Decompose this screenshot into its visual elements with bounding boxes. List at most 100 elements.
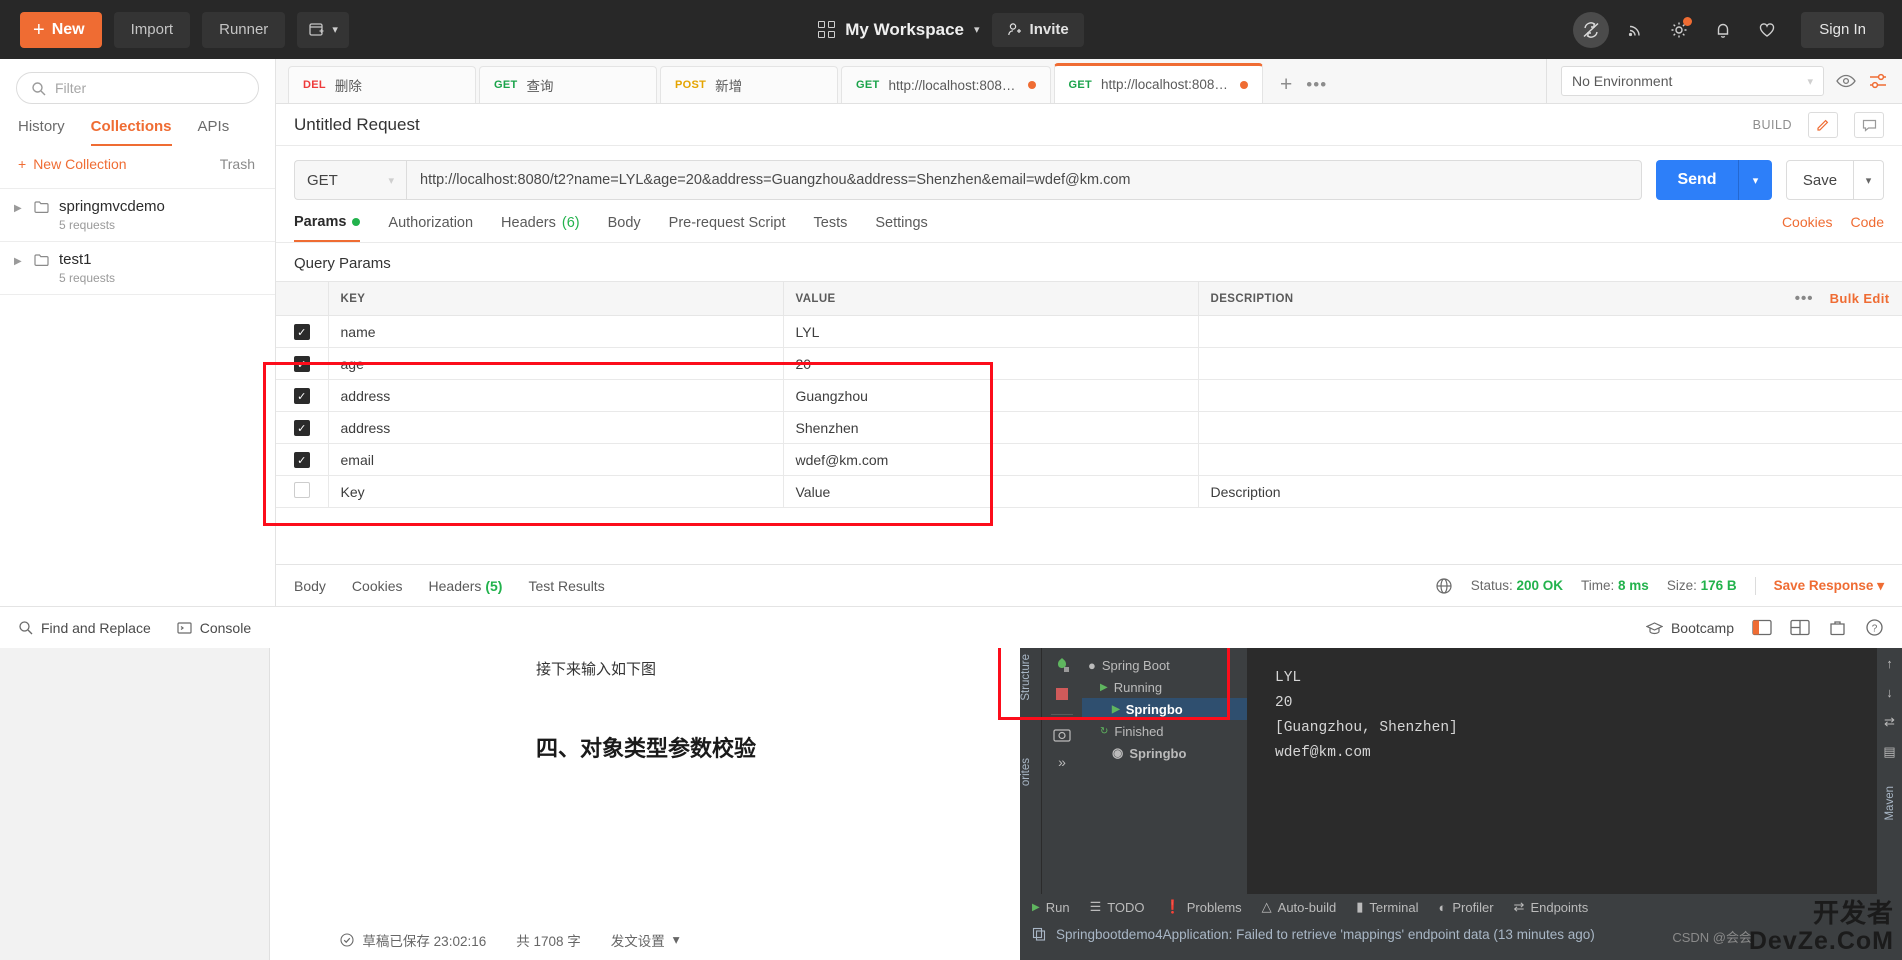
- row-description[interactable]: [1198, 315, 1902, 348]
- workspace-selector[interactable]: My Workspace ▾: [818, 20, 980, 40]
- search-input[interactable]: [55, 80, 225, 96]
- layout-sidebar-icon[interactable]: [1752, 619, 1772, 636]
- gear-icon[interactable]: [1661, 12, 1697, 48]
- row-key[interactable]: email: [328, 443, 784, 476]
- new-window-button[interactable]: ▾: [297, 11, 349, 48]
- sidebar-tab-collections[interactable]: Collections: [90, 118, 172, 146]
- tab-authorization[interactable]: Authorization: [388, 215, 473, 241]
- row-description[interactable]: [1198, 347, 1902, 380]
- send-dropdown-button[interactable]: ▾: [1738, 160, 1772, 200]
- eye-icon[interactable]: [1836, 74, 1856, 88]
- response-tab-headers[interactable]: Headers (5): [429, 578, 503, 594]
- bootcamp-button[interactable]: Bootcamp: [1645, 620, 1734, 636]
- response-tab-cookies[interactable]: Cookies: [352, 578, 403, 594]
- help-icon[interactable]: ?: [1865, 618, 1884, 637]
- print-icon[interactable]: ▤: [1883, 744, 1895, 760]
- ide-tab-todo[interactable]: ☰ TODO: [1090, 899, 1145, 915]
- row-checkbox[interactable]: ✓: [293, 388, 310, 405]
- trash-button[interactable]: Trash: [220, 156, 255, 172]
- tree-item[interactable]: ↻ Finished: [1082, 720, 1247, 742]
- ide-tab-problems[interactable]: ❗ Problems: [1165, 899, 1242, 915]
- add-tab-button[interactable]: +: [1266, 73, 1306, 103]
- chevron-right-icon[interactable]: ▶: [14, 251, 25, 267]
- broadcast-icon[interactable]: [1617, 12, 1653, 48]
- row-key[interactable]: name: [328, 315, 784, 348]
- tab-tests[interactable]: Tests: [814, 215, 848, 241]
- tab-body[interactable]: Body: [608, 215, 641, 241]
- new-button[interactable]: + New: [20, 11, 102, 48]
- table-row-empty[interactable]: Key Value Description: [276, 475, 1902, 508]
- empty-description[interactable]: Description: [1198, 475, 1902, 508]
- row-value[interactable]: wdef@km.com: [783, 443, 1199, 476]
- ide-tab-profiler[interactable]: ◐ Profiler: [1438, 900, 1493, 915]
- table-row[interactable]: ✓ address Shenzhen: [276, 411, 1902, 444]
- import-button[interactable]: Import: [113, 11, 191, 48]
- table-row[interactable]: ✓ address Guangzhou: [276, 379, 1902, 412]
- tree-item-selected[interactable]: ▶ Springbo: [1082, 698, 1247, 720]
- row-value[interactable]: 20: [783, 347, 1199, 380]
- request-tab[interactable]: GET http://localhost:8080/...: [841, 66, 1051, 103]
- new-collection-button[interactable]: + New Collection: [18, 156, 127, 172]
- heart-icon[interactable]: [1749, 12, 1785, 48]
- row-key[interactable]: address: [328, 379, 784, 412]
- save-dropdown-button[interactable]: ▾: [1854, 160, 1884, 200]
- edit-icon[interactable]: [1808, 111, 1838, 138]
- response-tab-test-results[interactable]: Test Results: [528, 578, 604, 594]
- tab-pre-request-script[interactable]: Pre-request Script: [669, 215, 786, 241]
- method-selector[interactable]: GET ▾: [294, 160, 406, 200]
- tree-item[interactable]: ● Spring Boot: [1082, 654, 1247, 676]
- row-checkbox[interactable]: ✓: [293, 420, 310, 437]
- tree-item[interactable]: ▶ Running: [1082, 676, 1247, 698]
- save-response-button[interactable]: Save Response ▾: [1774, 578, 1884, 594]
- ide-favorites-tab[interactable]: orites: [1020, 752, 1032, 792]
- stop-icon[interactable]: [1054, 686, 1070, 702]
- request-tab[interactable]: POST 新增: [660, 66, 838, 103]
- sidebar-tab-history[interactable]: History: [18, 118, 65, 146]
- row-key[interactable]: address: [328, 411, 784, 444]
- trash-icon[interactable]: [1828, 619, 1847, 636]
- chevron-right-icon[interactable]: ▶: [14, 198, 25, 214]
- environment-selector[interactable]: No Environment ▾: [1561, 66, 1824, 96]
- bulk-edit-button[interactable]: Bulk Edit: [1830, 291, 1890, 306]
- comment-icon[interactable]: [1854, 111, 1884, 138]
- scroll-down-icon[interactable]: ↓: [1886, 685, 1893, 700]
- list-item[interactable]: ▶ test1 5 requests: [0, 241, 275, 295]
- row-value[interactable]: LYL: [783, 315, 1199, 348]
- ide-tab-endpoints[interactable]: ⇄ Endpoints: [1514, 899, 1589, 915]
- url-input[interactable]: http://localhost:8080/t2?name=LYL&age=20…: [406, 160, 1642, 200]
- table-row[interactable]: ✓ name LYL: [276, 315, 1902, 348]
- row-checkbox[interactable]: [293, 482, 310, 498]
- console-button[interactable]: Console: [177, 620, 251, 636]
- row-key[interactable]: age: [328, 347, 784, 380]
- tab-more-button[interactable]: •••: [1306, 75, 1327, 103]
- ide-structure-tab[interactable]: Structure: [1020, 648, 1032, 707]
- maven-tab[interactable]: Maven: [1884, 780, 1896, 827]
- sign-in-button[interactable]: Sign In: [1801, 11, 1884, 48]
- runner-button[interactable]: Runner: [202, 11, 286, 48]
- sync-off-icon[interactable]: [1573, 11, 1610, 48]
- response-tab-body[interactable]: Body: [294, 578, 326, 594]
- sidebar-tab-apis[interactable]: APIs: [198, 118, 230, 146]
- wrap-icon[interactable]: ⇄: [1884, 714, 1895, 730]
- request-tab[interactable]: DEL 删除: [288, 66, 476, 103]
- find-and-replace-button[interactable]: Find and Replace: [18, 620, 151, 636]
- tree-item[interactable]: ◉ Springbo: [1082, 742, 1247, 764]
- invite-button[interactable]: Invite: [991, 12, 1084, 47]
- scroll-up-icon[interactable]: ↑: [1886, 656, 1893, 671]
- row-value[interactable]: Guangzhou: [783, 379, 1199, 412]
- send-button[interactable]: Send: [1656, 160, 1738, 200]
- save-button[interactable]: Save: [1786, 160, 1854, 200]
- run-config-icon[interactable]: [1053, 656, 1071, 674]
- camera-icon[interactable]: [1053, 727, 1071, 742]
- ide-tab-auto-build[interactable]: △ Auto-build: [1262, 899, 1337, 915]
- params-more-button[interactable]: •••: [1795, 290, 1814, 307]
- row-checkbox[interactable]: ✓: [293, 324, 310, 341]
- row-description[interactable]: [1198, 411, 1902, 444]
- ide-tab-terminal[interactable]: ▮ Terminal: [1356, 899, 1418, 915]
- table-row[interactable]: ✓ age 20: [276, 347, 1902, 380]
- list-item[interactable]: ▶ springmvcdemo 5 requests: [0, 188, 275, 241]
- row-value[interactable]: Shenzhen: [783, 411, 1199, 444]
- sliders-icon[interactable]: [1868, 73, 1888, 89]
- publish-settings-button[interactable]: 发文设置 ▾: [611, 930, 680, 950]
- filter-box[interactable]: [16, 72, 259, 104]
